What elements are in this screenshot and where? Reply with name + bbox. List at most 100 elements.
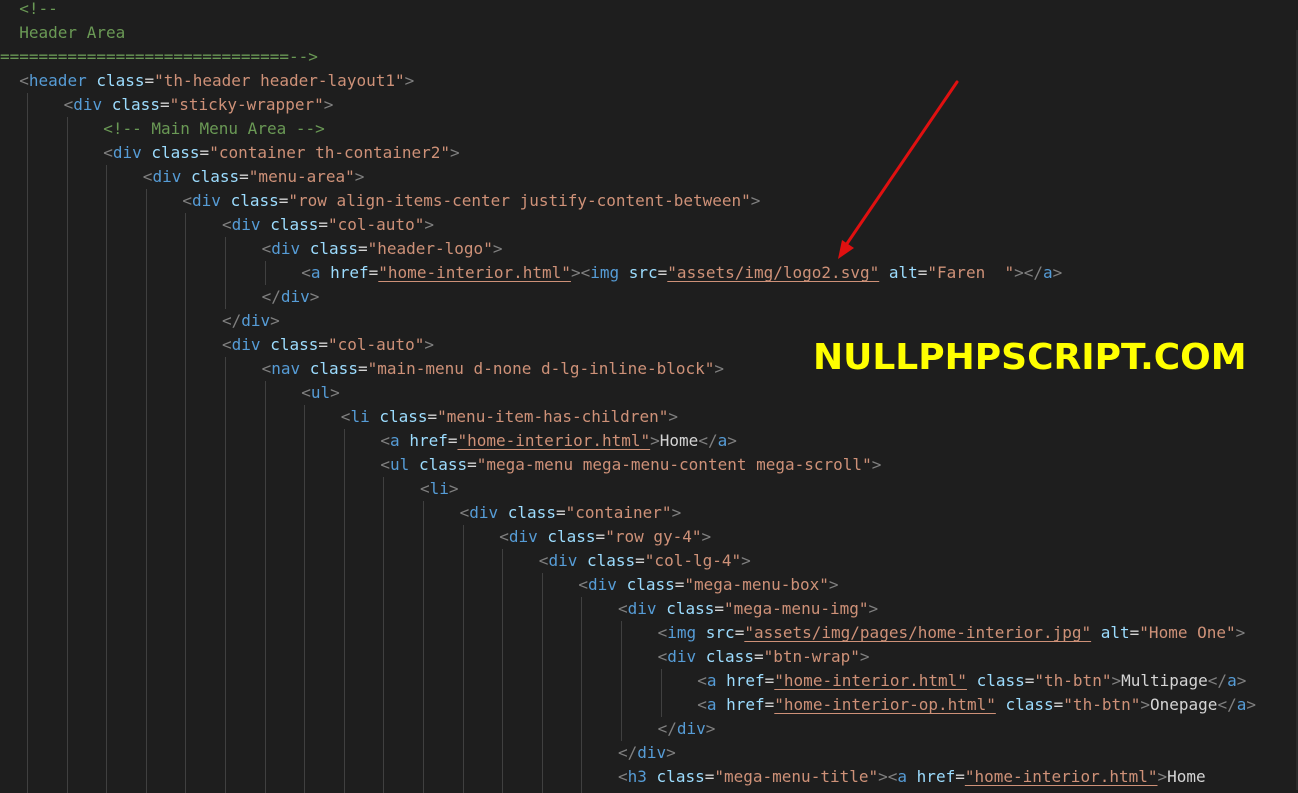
code-line[interactable]: </div>	[658, 717, 716, 741]
attr-name: href	[726, 671, 765, 690]
code-line[interactable]: <div class="col-lg-4">	[539, 549, 751, 573]
punctuation: >	[448, 479, 459, 498]
code-line[interactable]: <div class="row align-items-center justi…	[182, 189, 760, 213]
text: =	[239, 167, 249, 186]
text: =	[368, 263, 379, 282]
code-line[interactable]: </div>	[618, 741, 676, 765]
code-line[interactable]: Interior</a></h3>	[618, 789, 782, 793]
indent-guide	[27, 93, 28, 793]
code-line[interactable]: <!-- Main Menu Area -->	[103, 117, 325, 141]
tag-name: header	[28, 71, 87, 90]
text	[907, 767, 917, 786]
code-line[interactable]: ==============================-->	[0, 45, 318, 69]
attr-value: "mega-menu-box"	[684, 575, 829, 594]
punctuation: >	[424, 215, 434, 234]
punctuation: >	[1052, 263, 1063, 282]
punctuation: <	[697, 695, 707, 714]
indent-guide	[542, 573, 543, 793]
attr-name: alt	[1100, 623, 1130, 642]
code-line[interactable]: Header Area	[0, 21, 125, 45]
text: =	[704, 767, 715, 786]
punctuation: >	[323, 95, 334, 114]
attr-value: "home-interior.html"	[964, 767, 1158, 786]
indent-guide	[106, 165, 107, 793]
code-line[interactable]: <a href="home-interior-op.html" class="t…	[697, 693, 1256, 717]
text: =	[714, 599, 724, 618]
attr-value: "home-interior.html"	[378, 263, 571, 282]
code-line[interactable]: <div class="sticky-wrapper">	[64, 93, 334, 117]
code-line[interactable]: <div class="container">	[460, 501, 682, 525]
attr-name: alt	[888, 263, 918, 282]
code-line[interactable]: <a href="home-interior.html">Home</a>	[380, 429, 736, 453]
text: =	[467, 455, 477, 474]
code-line[interactable]: <div class="menu-area">	[143, 165, 365, 189]
text	[400, 431, 410, 450]
text	[87, 71, 97, 90]
indent-guide	[423, 501, 424, 793]
text: =	[955, 767, 965, 786]
punctuation: </	[698, 431, 718, 450]
code-line[interactable]: <div class="row gy-4">	[499, 525, 711, 549]
punctuation: >	[1235, 623, 1246, 642]
indent-guide	[344, 429, 345, 793]
punctuation: ></	[1014, 263, 1044, 282]
attr-name: href	[916, 767, 956, 786]
code-line[interactable]: <header class="th-header header-layout1"…	[0, 69, 414, 93]
attr-value: "Home One"	[1139, 623, 1236, 642]
text	[967, 671, 977, 690]
indent-guide	[225, 357, 226, 793]
punctuation: <	[222, 335, 232, 354]
code-line[interactable]: <div class="btn-wrap">	[658, 645, 870, 669]
indent-guide	[581, 597, 582, 793]
punctuation: >	[727, 431, 737, 450]
text	[142, 143, 152, 162]
code-line[interactable]: <div class="container th-container2">	[103, 141, 459, 165]
punctuation: >	[404, 71, 415, 90]
code-line[interactable]: <li>	[420, 477, 459, 501]
code-line[interactable]: <img src="assets/img/pages/home-interior…	[658, 621, 1246, 645]
code-line[interactable]: <a href="home-interior.html" class="th-b…	[697, 669, 1246, 693]
code-line[interactable]: <ul class="mega-menu mega-menu-content m…	[380, 453, 881, 477]
tag-name: img	[667, 623, 697, 642]
attr-value: "home-interior.html"	[774, 671, 967, 690]
attr-value: "mega-menu-img"	[724, 599, 869, 618]
punctuation: >	[871, 455, 882, 474]
code-editor[interactable]: <!-- Header Area ========================…	[0, 0, 1298, 793]
code-line[interactable]: <li class="menu-item-has-children">	[341, 405, 678, 429]
code-line[interactable]: </div>	[262, 285, 320, 309]
attr-value: "btn-wrap"	[763, 647, 860, 666]
attr-value: "container th-container2"	[209, 143, 451, 162]
code-line[interactable]: <div class="col-auto">	[222, 213, 434, 237]
code-line[interactable]: <div class="mega-menu-img">	[618, 597, 878, 621]
code-line[interactable]: <nav class="main-menu d-none d-lg-inline…	[262, 357, 724, 381]
text: =	[427, 407, 438, 426]
code-line[interactable]: </div>	[222, 309, 280, 333]
code-line[interactable]: <h3 class="mega-menu-title"><a href="hom…	[618, 765, 1206, 789]
text: =	[657, 263, 668, 282]
text	[300, 359, 310, 378]
punctuation: </	[1207, 671, 1228, 690]
tag-name: div	[112, 143, 142, 162]
code-line[interactable]: <div class="col-auto">	[222, 333, 434, 357]
text: =	[917, 263, 928, 282]
code-line[interactable]: <div class="header-logo">	[262, 237, 503, 261]
punctuation: <	[301, 383, 311, 402]
code-line[interactable]: <!--	[0, 0, 58, 21]
code-line[interactable]: <a href="home-interior.html"><img src="a…	[301, 261, 1062, 285]
tag-name: div	[627, 599, 657, 618]
text	[409, 455, 419, 474]
tag-name: img	[590, 263, 620, 282]
attr-value: "sticky-wrapper"	[169, 95, 324, 114]
attr-value: "main-menu d-none d-lg-inline-block"	[367, 359, 715, 378]
attr-value: "col-auto"	[328, 335, 425, 354]
tag-name: div	[73, 95, 103, 114]
tag-name: a	[1227, 671, 1237, 690]
code-line[interactable]: <ul>	[301, 381, 340, 405]
tag-name: div	[637, 743, 667, 762]
attr-value: "row gy-4"	[605, 527, 702, 546]
punctuation: >	[1246, 695, 1256, 714]
code-line[interactable]: <div class="mega-menu-box">	[578, 573, 838, 597]
attr-name: class	[656, 767, 705, 786]
tag-name: ul	[390, 455, 410, 474]
punctuation: >	[354, 167, 365, 186]
